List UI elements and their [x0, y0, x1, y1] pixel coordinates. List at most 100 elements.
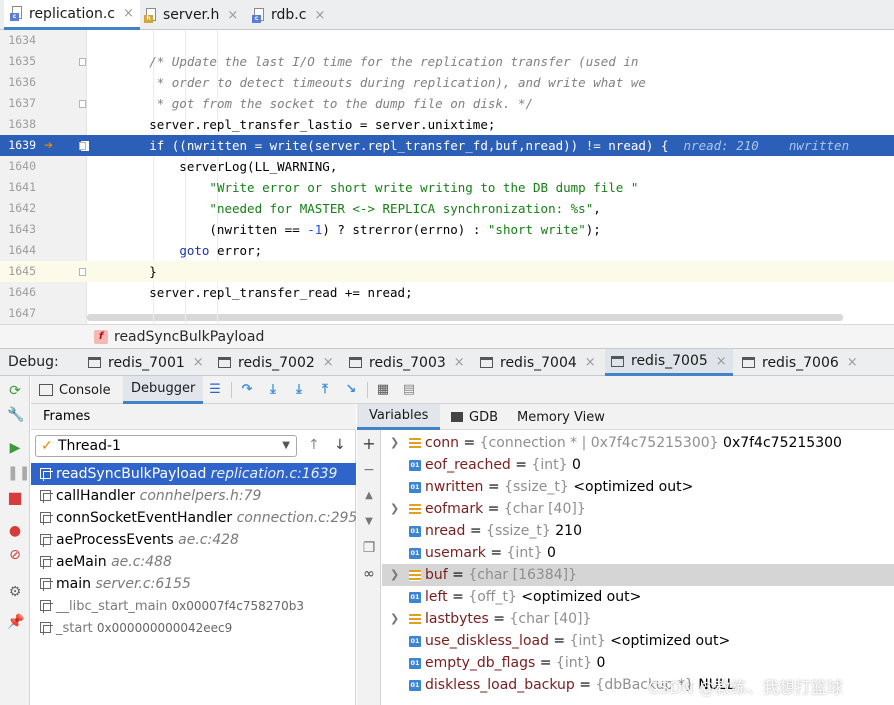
- variable-row[interactable]: 01 empty_db_flags = {int} 0: [382, 652, 894, 674]
- remove-watch-icon[interactable]: −: [361, 462, 377, 478]
- code-line[interactable]: 1641 "Write error or short write writing…: [0, 177, 894, 198]
- tab-gdb[interactable]: GDB: [439, 404, 510, 430]
- code-line[interactable]: 1640 serverLog(LL_WARNING,: [0, 156, 894, 177]
- close-icon[interactable]: ×: [227, 8, 238, 23]
- stack-frame[interactable]: main server.c:6155: [31, 573, 356, 595]
- code-line[interactable]: 1647: [0, 303, 894, 324]
- add-watch-icon[interactable]: +: [361, 436, 377, 452]
- code-line[interactable]: 1634: [0, 30, 894, 51]
- step-over-icon[interactable]: ↷: [239, 382, 255, 398]
- stack-frame[interactable]: connSocketEventHandler connection.c:295: [31, 507, 356, 529]
- close-icon[interactable]: ×: [454, 355, 465, 370]
- step-out-icon[interactable]: ⤒: [317, 382, 333, 398]
- show-execution-point-icon[interactable]: ☰: [207, 382, 223, 398]
- variable-row[interactable]: 01 eof_reached = {int} 0: [382, 454, 894, 476]
- thread-selector[interactable]: ✓ Thread-1 ▼: [35, 435, 297, 457]
- evaluate-expression-icon[interactable]: ▦: [375, 382, 391, 398]
- debug-session-tab[interactable]: redis_7003 ×: [343, 349, 471, 376]
- run-to-cursor-icon[interactable]: ↘: [343, 382, 359, 398]
- variable-row[interactable]: 01 use_diskless_load = {int} <optimized o…: [382, 630, 894, 652]
- arrow-up-icon[interactable]: ↑: [308, 437, 320, 453]
- code-text: * order to detect timeouts during replic…: [156, 75, 646, 90]
- glasses-icon[interactable]: ∞: [361, 566, 377, 582]
- debug-config-icon: [480, 357, 493, 368]
- variable-row[interactable]: 01 nread = {ssize_t} 210: [382, 520, 894, 542]
- line-number: 1639: [8, 138, 36, 152]
- chevron-right-icon[interactable]: ❯: [390, 608, 399, 630]
- editor-tab[interactable]: c rdb.c ×: [246, 0, 331, 30]
- chevron-right-icon[interactable]: ❯: [390, 564, 399, 586]
- code-line[interactable]: 1638 server.repl_transfer_lastio = serve…: [0, 114, 894, 135]
- code-line[interactable]: 1639 if ((nwritten = write(server.repl_t…: [0, 135, 894, 156]
- editor-tab[interactable]: c replication.c ×: [4, 0, 140, 30]
- variable-row[interactable]: 01 nwritten = {ssize_t} <optimized out>: [382, 476, 894, 498]
- variable-name: left: [425, 589, 448, 605]
- tab-gdb-label: GDB: [469, 409, 499, 425]
- variable-row[interactable]: 01 usemark = {int} 0: [382, 542, 894, 564]
- mute-breakpoints-icon[interactable]: ⊘: [7, 547, 23, 563]
- code-line[interactable]: 1643 (nwritten == -1) ? strerror(errno) …: [0, 219, 894, 240]
- pin-icon[interactable]: 📌: [7, 614, 24, 630]
- tab-variables[interactable]: Variables: [357, 404, 441, 430]
- fold-marker-icon[interactable]: [79, 100, 86, 108]
- editor-tab[interactable]: h server.h ×: [138, 0, 244, 30]
- code-editor[interactable]: 1634 1635 /* Update the last I/O time for…: [0, 30, 894, 324]
- code-line[interactable]: 1646 server.repl_transfer_read += nread;: [0, 282, 894, 303]
- variable-row[interactable]: ❯ eofmark = {char [40]}: [382, 498, 894, 520]
- code-line[interactable]: 1645 }: [0, 261, 894, 282]
- close-icon[interactable]: ×: [323, 355, 334, 370]
- close-icon[interactable]: ×: [123, 6, 134, 21]
- move-down-icon[interactable]: ▼: [361, 514, 377, 530]
- debug-session-label: redis_7001: [108, 354, 185, 371]
- fold-marker-icon[interactable]: [79, 268, 86, 276]
- tab-debugger[interactable]: Debugger: [123, 376, 204, 404]
- debug-session-tab[interactable]: redis_7006 ×: [736, 349, 864, 376]
- move-up-icon[interactable]: ▲: [361, 488, 377, 504]
- resume-icon[interactable]: ▶: [7, 440, 23, 456]
- settings-gear-icon[interactable]: ⚙: [7, 584, 23, 600]
- stop-icon[interactable]: ■: [7, 490, 23, 506]
- step-into-icon[interactable]: ⤓: [265, 382, 281, 398]
- variable-row[interactable]: ❯ lastbytes = {char [40]}: [382, 608, 894, 630]
- stack-frame[interactable]: _start 0x000000000042eec9: [31, 617, 356, 639]
- code-line[interactable]: 1642 "needed for MASTER <-> REPLICA sync…: [0, 198, 894, 219]
- code-line[interactable]: 1644 goto error;: [0, 240, 894, 261]
- breadcrumb[interactable]: f readSyncBulkPayload: [0, 324, 894, 348]
- wrench-icon[interactable]: 🔧: [7, 407, 24, 423]
- variable-row[interactable]: ❯ buf = {char [16384]}: [382, 564, 894, 586]
- variable-row[interactable]: ❯ conn = {connection * | 0x7f4c75215300} …: [382, 432, 894, 454]
- code-line[interactable]: 1636 * order to detect timeouts during r…: [0, 72, 894, 93]
- variable-row[interactable]: 01 left = {off_t} <optimized out>: [382, 586, 894, 608]
- tab-console[interactable]: Console: [31, 376, 119, 404]
- debug-session-tab[interactable]: redis_7005 ×: [605, 349, 733, 376]
- stack-frame[interactable]: aeProcessEvents ae.c:428: [31, 529, 356, 551]
- debug-session-tab[interactable]: redis_7001 ×: [82, 349, 210, 376]
- close-icon[interactable]: ×: [314, 8, 325, 23]
- stack-frame[interactable]: readSyncBulkPayload replication.c:1639: [31, 463, 356, 485]
- debug-config-icon: [742, 357, 755, 368]
- chevron-right-icon[interactable]: ❯: [390, 498, 399, 520]
- stack-frame[interactable]: aeMain ae.c:488: [31, 551, 356, 573]
- pause-icon[interactable]: ❚❚: [7, 465, 30, 481]
- tab-memory-view[interactable]: Memory View: [505, 404, 617, 430]
- close-icon[interactable]: ×: [847, 355, 858, 370]
- debug-session-tab[interactable]: redis_7004 ×: [474, 349, 602, 376]
- code-line[interactable]: 1635 /* Update the last I/O time for the…: [0, 51, 894, 72]
- stack-frame[interactable]: callHandler connhelpers.h:79: [31, 485, 356, 507]
- chevron-right-icon[interactable]: ❯: [390, 432, 399, 454]
- stack-frame[interactable]: __libc_start_main 0x00007f4c758270b3: [31, 595, 356, 617]
- debug-session-tab[interactable]: redis_7002 ×: [212, 349, 340, 376]
- copy-icon[interactable]: ❐: [361, 540, 377, 556]
- close-icon[interactable]: ×: [585, 355, 596, 370]
- rerun-icon[interactable]: ⟳: [7, 383, 23, 399]
- view-breakpoints-icon[interactable]: ●: [7, 523, 23, 539]
- fold-marker-icon[interactable]: [79, 58, 86, 66]
- force-step-into-icon[interactable]: ⤓: [291, 382, 307, 398]
- breadcrumb-function[interactable]: readSyncBulkPayload: [114, 329, 264, 345]
- code-line[interactable]: 1637 * got from the socket to the dump f…: [0, 93, 894, 114]
- fold-marker-icon[interactable]: [79, 142, 86, 150]
- close-icon[interactable]: ×: [716, 354, 727, 369]
- arrow-down-icon[interactable]: ↓: [334, 437, 346, 453]
- close-icon[interactable]: ×: [193, 355, 204, 370]
- layout-icon[interactable]: ▤: [401, 382, 417, 398]
